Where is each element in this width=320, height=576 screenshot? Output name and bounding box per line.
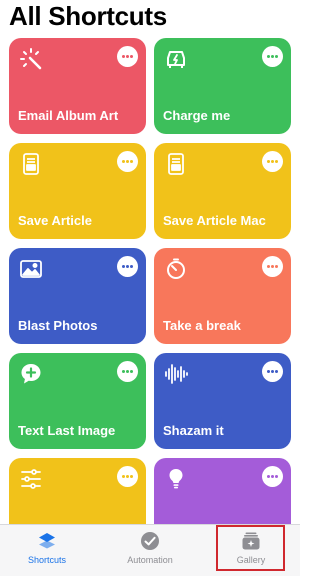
more-button[interactable] [117, 466, 138, 487]
tab-shortcuts[interactable]: Shortcuts [2, 525, 92, 576]
car-charging-icon [164, 47, 188, 71]
shortcut-label: Blast Photos [18, 318, 98, 333]
shortcut-tile-take-a-break[interactable]: Take a break [154, 248, 291, 344]
more-button[interactable] [117, 256, 138, 277]
message-add-icon [19, 362, 43, 386]
reader-article-icon [164, 152, 188, 176]
sparkle-wand-icon [19, 47, 43, 71]
more-button[interactable] [262, 466, 283, 487]
timer-icon [164, 257, 188, 281]
more-button[interactable] [262, 256, 283, 277]
page-title: All Shortcuts [9, 1, 167, 31]
shortcut-tile-blast-photos[interactable]: Blast Photos [9, 248, 146, 344]
photo-icon [19, 257, 43, 281]
waveform-icon [164, 362, 188, 386]
more-button[interactable] [262, 151, 283, 172]
lightbulb-icon [164, 467, 188, 491]
reader-article-icon [19, 152, 43, 176]
shortcut-label: Charge me [163, 108, 231, 123]
screen: All Shortcuts Email Album Art Charge me … [0, 0, 300, 576]
shortcut-tile-email-album-art[interactable]: Email Album Art [9, 38, 146, 134]
shortcut-tile-charge-me[interactable]: Charge me [154, 38, 291, 134]
tab-automation[interactable]: Automation [105, 525, 195, 576]
shortcut-label: Email Album Art [18, 108, 119, 123]
checkmark-circle-icon [140, 531, 160, 551]
shortcut-label: Text Last Image [18, 423, 116, 438]
layers-icon [37, 531, 57, 551]
shortcut-label: Save Article Mac [163, 213, 266, 228]
tab-label: Automation [127, 555, 173, 565]
more-button[interactable] [262, 46, 283, 67]
gallery-highlight-box [216, 525, 285, 571]
tab-label: Shortcuts [27, 555, 67, 565]
shortcut-tile-shazam-it[interactable]: Shazam it [154, 353, 291, 449]
shortcut-label: Shazam it [163, 423, 224, 438]
more-button[interactable] [262, 361, 283, 382]
shortcut-tile-text-last-image[interactable]: Text Last Image [9, 353, 146, 449]
more-button[interactable] [117, 151, 138, 172]
more-button[interactable] [117, 46, 138, 67]
shortcut-label: Take a break [163, 318, 241, 333]
shortcut-label: Save Article [18, 213, 92, 228]
shortcut-tile-save-article-mac[interactable]: Save Article Mac [154, 143, 291, 239]
shortcut-tile-save-article[interactable]: Save Article [9, 143, 146, 239]
sliders-icon [19, 467, 43, 491]
more-button[interactable] [117, 361, 138, 382]
